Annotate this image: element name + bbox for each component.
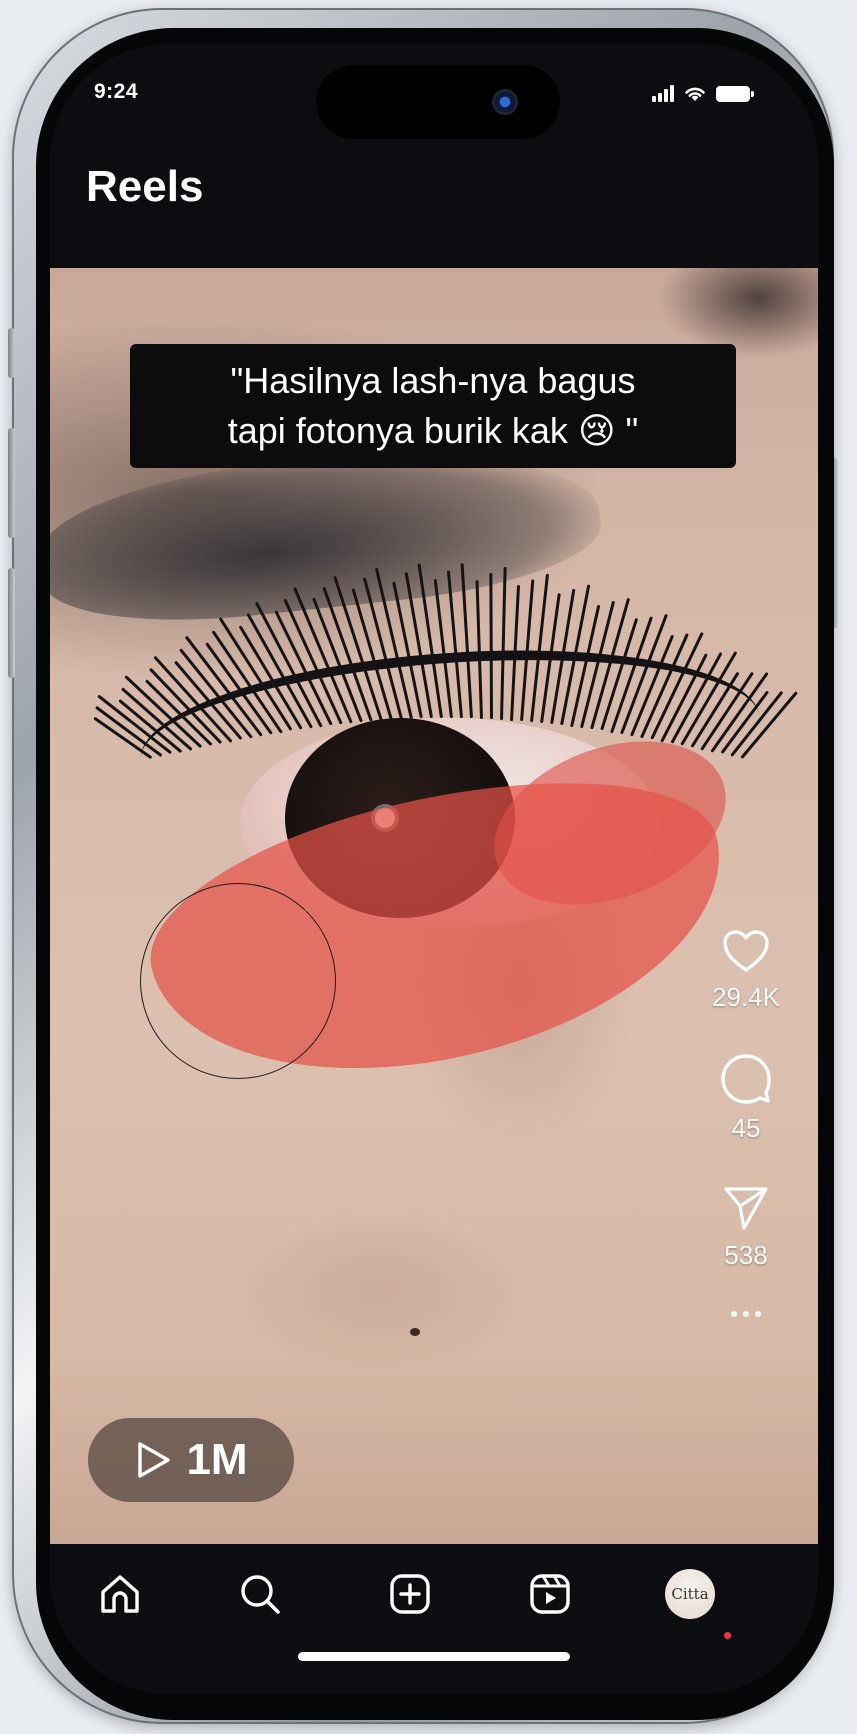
nav-profile[interactable]: Citta <box>660 1564 720 1624</box>
reels-icon[interactable] <box>528 1572 572 1616</box>
search-icon[interactable] <box>238 1572 282 1616</box>
signal-icon <box>652 84 674 102</box>
reel-caption: "Hasilnya lash-nya bagus tapi fotonya bu… <box>130 344 736 468</box>
notification-dot <box>724 1632 731 1639</box>
send-icon[interactable] <box>722 1184 770 1232</box>
share-button[interactable]: 538 <box>698 1184 794 1271</box>
home-icon[interactable] <box>98 1572 142 1616</box>
stage: 9:24 Reels "Hasilnya lash-nya bagus tapi… <box>0 0 857 1734</box>
home-indicator[interactable] <box>298 1652 570 1661</box>
nav-home[interactable] <box>90 1564 150 1624</box>
bottom-nav: Citta <box>50 1544 818 1694</box>
like-button[interactable]: 29.4K <box>698 928 794 1013</box>
comment-icon[interactable] <box>720 1053 772 1105</box>
eyelash <box>460 563 473 719</box>
avatar-text: Citta <box>671 1585 709 1603</box>
create-icon[interactable] <box>388 1572 432 1616</box>
eyelash <box>650 632 704 741</box>
nav-create[interactable] <box>380 1564 440 1624</box>
eyelash <box>475 579 483 719</box>
page-title: Reels <box>86 162 204 211</box>
volume-down-button <box>8 568 15 678</box>
comment-button[interactable]: 45 <box>698 1053 794 1144</box>
heart-icon[interactable] <box>721 928 771 974</box>
play-icon <box>138 1442 171 1478</box>
eyelash <box>680 651 738 747</box>
eyelash <box>489 573 493 720</box>
caption-line-2-end: " <box>615 410 639 451</box>
like-count: 29.4K <box>712 982 780 1012</box>
eyelash <box>417 563 443 719</box>
wifi-icon <box>685 87 705 101</box>
comment-count: 45 <box>731 1113 761 1143</box>
crying-emoji: 😢 <box>577 411 616 452</box>
nav-search[interactable] <box>230 1564 290 1624</box>
avatar[interactable]: Citta <box>665 1569 715 1619</box>
play-count-badge: 1M <box>88 1418 294 1502</box>
phone-screen: 9:24 Reels "Hasilnya lash-nya bagus tapi… <box>50 44 818 1694</box>
skin-mark <box>410 1328 420 1336</box>
caption-line-2-text: tapi fotonya burik kak <box>227 410 578 451</box>
eyelash <box>510 584 521 721</box>
highlight-circle <box>140 883 336 1079</box>
share-count: 538 <box>724 1240 768 1270</box>
status-time: 9:24 <box>94 80 139 103</box>
reel-actions: 29.4K 45 538 <box>698 928 794 1317</box>
caption-line-1: "Hasilnya lash-nya bagus <box>230 360 636 401</box>
more-icon[interactable] <box>698 1311 794 1317</box>
nav-reels[interactable] <box>520 1564 580 1624</box>
eyelash <box>550 588 576 725</box>
eyelashes <box>93 563 798 818</box>
front-camera-icon <box>492 89 518 115</box>
eyelash <box>730 690 784 757</box>
dynamic-island <box>316 65 560 139</box>
play-count: 1M <box>186 1435 248 1484</box>
reel-video[interactable]: "Hasilnya lash-nya bagus tapi fotonya bu… <box>50 268 818 1544</box>
status-icons <box>652 78 754 102</box>
volume-up-button <box>8 428 15 538</box>
caption-line-2: tapi fotonya burik kak 😢 " <box>130 406 736 457</box>
eyelash <box>500 566 507 720</box>
action-button <box>8 328 15 378</box>
battery-icon <box>716 86 754 102</box>
